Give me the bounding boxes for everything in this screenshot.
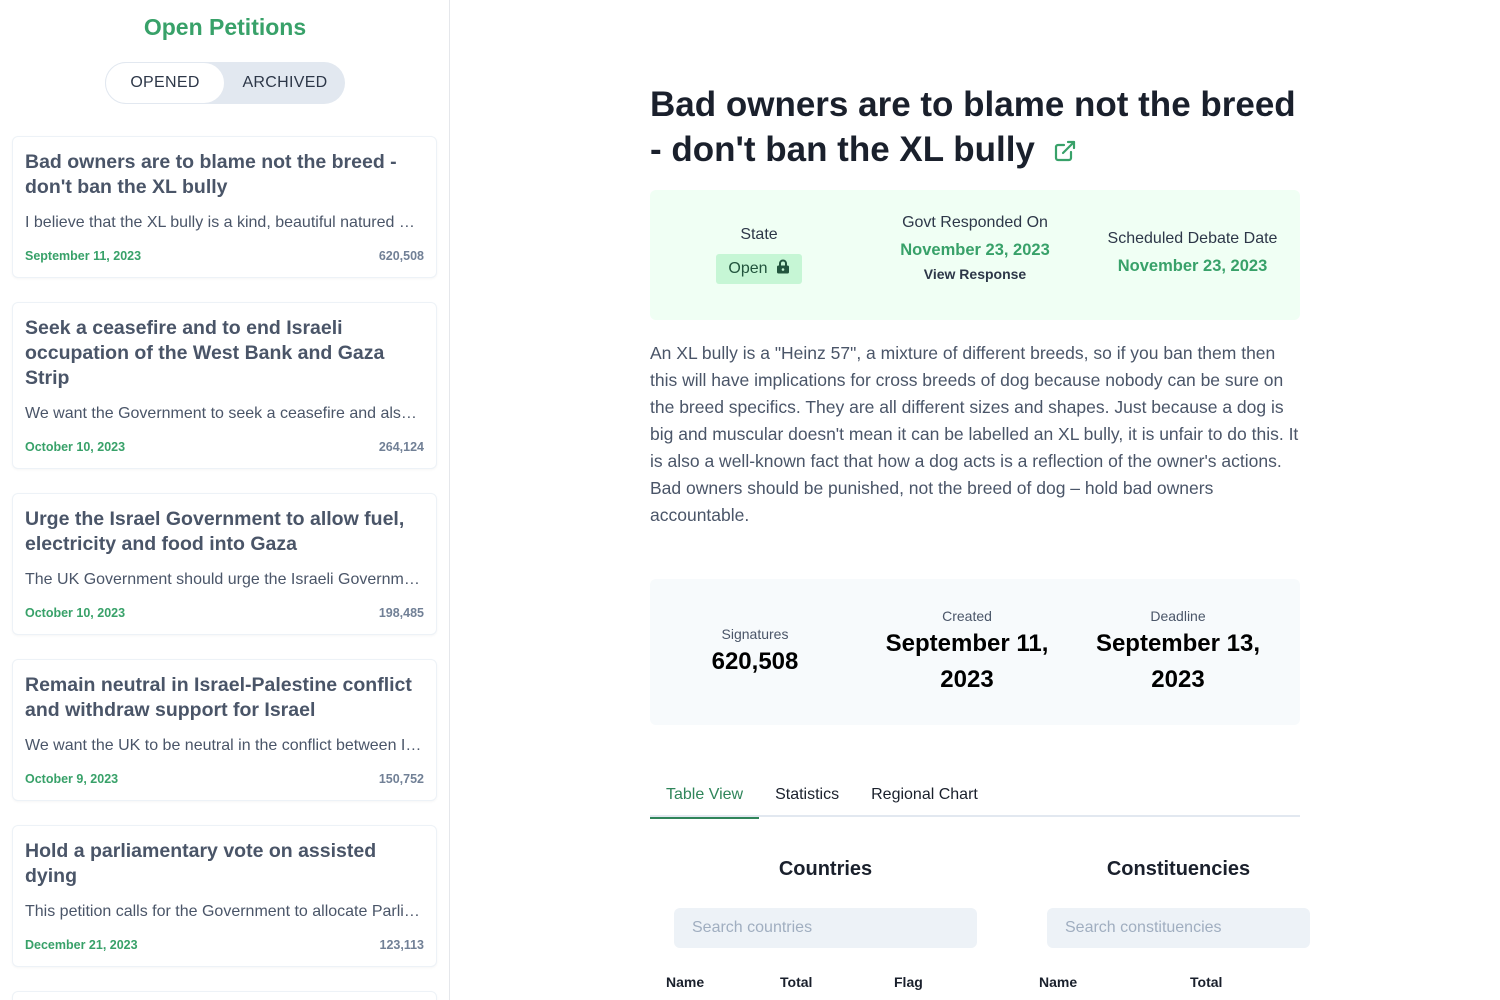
created-label: Created xyxy=(942,608,992,624)
view-tabs: Table View Statistics Regional Chart xyxy=(650,775,1300,819)
petition-card-title: Urge the Israel Government to allow fuel… xyxy=(25,508,405,555)
state-label: State xyxy=(740,226,778,243)
petition-card-signature-count: 150,752 xyxy=(378,772,424,786)
countries-title: Countries xyxy=(778,858,873,880)
petition-card-signature-count: 198,485 xyxy=(378,606,424,620)
petition-card-signature-count: 264,124 xyxy=(378,440,424,454)
status-panel: State Open Govt Responded On November 23… xyxy=(650,190,1300,320)
petition-card-title: Hold a parliamentary vote on assisted dy… xyxy=(25,840,377,887)
countries-flag-header: Flag xyxy=(894,974,923,990)
petition-detail: Bad owners are to blame not the breed - … xyxy=(650,0,1310,1000)
state-badge: Open xyxy=(716,254,802,284)
opened-toggle-button[interactable]: OPENED xyxy=(105,62,225,104)
deadline-label: Deadline xyxy=(1150,608,1206,624)
scheduled-debate-label: Scheduled Debate Date xyxy=(1107,230,1278,247)
govt-responded-label: Govt Responded On xyxy=(902,214,1048,231)
petition-card-title: Bad owners are to blame not the breed - … xyxy=(25,151,397,198)
constituencies-title: Constituencies xyxy=(1106,858,1251,880)
petition-title-text: Bad owners are to blame not the breed - … xyxy=(650,85,1296,169)
petition-description: An XL bully is a "Heinz 57", a mixture o… xyxy=(650,343,1299,525)
signatures-stat: Signatures 620,508 xyxy=(680,626,830,680)
countries-total-header[interactable]: Total xyxy=(780,974,812,990)
petition-title: Bad owners are to blame not the breed - … xyxy=(650,82,1310,174)
sidebar-title: Open Petitions xyxy=(143,14,307,40)
lock-icon xyxy=(776,259,790,279)
created-stat: Created September 11, 2023 xyxy=(872,608,1062,698)
petition-card[interactable]: Urge the Israel Government to allow fuel… xyxy=(12,493,437,635)
tab-table-view[interactable]: Table View xyxy=(650,775,760,819)
petition-card-description: I believe that the XL bully is a kind, b… xyxy=(25,214,422,231)
archived-toggle-button[interactable]: ARCHIVED xyxy=(225,62,345,104)
petition-card-date: September 11, 2023 xyxy=(25,249,142,263)
petition-card-description: We want the Government to seek a ceasefi… xyxy=(25,405,422,422)
petition-card-date: October 9, 2023 xyxy=(25,772,119,786)
constituencies-total-header[interactable]: Total xyxy=(1190,974,1222,990)
petition-sidebar: Open Petitions OPENED ARCHIVED Bad owner… xyxy=(0,0,450,1000)
tab-statistics[interactable]: Statistics xyxy=(759,775,855,817)
petition-card[interactable] xyxy=(12,991,437,1000)
petition-card-date: October 10, 2023 xyxy=(25,606,126,620)
stats-panel: Signatures 620,508 Created September 11,… xyxy=(650,579,1300,725)
petition-card-signature-count: 123,113 xyxy=(379,938,425,952)
petition-card-title: Remain neutral in Israel-Palestine confl… xyxy=(25,674,412,721)
petition-card-description: This petition calls for the Government t… xyxy=(25,903,422,920)
govt-response-column: Govt Responded On November 23, 2023 View… xyxy=(880,214,1070,282)
signatures-value: 620,508 xyxy=(711,648,799,675)
petition-card[interactable]: Bad owners are to blame not the breed - … xyxy=(12,136,437,278)
petition-card-signature-count: 620,508 xyxy=(378,249,424,263)
created-value: September 11, 2023 xyxy=(885,630,1049,693)
deadline-stat: Deadline September 13, 2023 xyxy=(1083,608,1273,698)
petition-card[interactable]: Hold a parliamentary vote on assisted dy… xyxy=(12,825,437,967)
view-response-link[interactable]: View Response xyxy=(880,266,1070,282)
tab-regional-chart[interactable]: Regional Chart xyxy=(855,775,994,817)
petition-card-description: The UK Government should urge the Israel… xyxy=(25,571,422,588)
opened-archived-toggle: OPENED ARCHIVED xyxy=(105,62,345,104)
petition-card-date: December 21, 2023 xyxy=(25,938,138,952)
deadline-value: September 13, 2023 xyxy=(1095,630,1261,693)
search-countries-input[interactable] xyxy=(674,908,977,948)
constituencies-name-header[interactable]: Name xyxy=(1039,974,1077,990)
scheduled-debate-date: November 23, 2023 xyxy=(1117,257,1268,275)
petition-card[interactable]: Seek a ceasefire and to end Israeli occu… xyxy=(12,302,437,469)
petition-card-description: We want the UK to be neutral in the conf… xyxy=(25,737,422,754)
petition-card-title: Seek a ceasefire and to end Israeli occu… xyxy=(25,317,385,389)
debate-date-column: Scheduled Debate Date November 23, 2023 xyxy=(1095,230,1290,276)
countries-name-header[interactable]: Name xyxy=(666,974,704,990)
search-constituencies-input[interactable] xyxy=(1047,908,1310,948)
state-column: State Open xyxy=(714,226,804,284)
signatures-label: Signatures xyxy=(721,626,789,642)
state-value: Open xyxy=(728,260,768,277)
petition-card[interactable]: Remain neutral in Israel-Palestine confl… xyxy=(12,659,437,801)
external-link-icon[interactable] xyxy=(1053,129,1077,174)
petition-card-date: October 10, 2023 xyxy=(25,440,126,454)
govt-responded-date: November 23, 2023 xyxy=(900,241,1050,259)
